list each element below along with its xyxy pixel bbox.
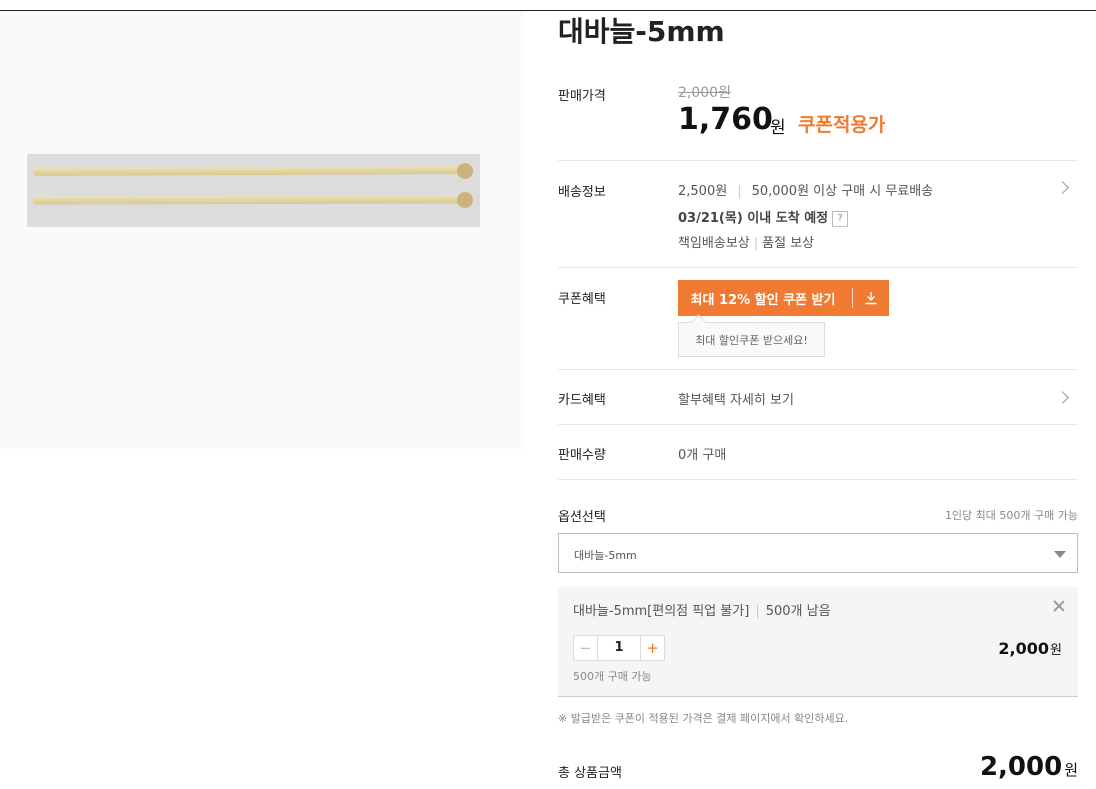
product-image[interactable] <box>27 154 480 227</box>
option-select-value: 대바늘-5mm <box>574 549 637 562</box>
price-label: 판매가격 <box>558 89 606 104</box>
total-price-unit: 원 <box>1064 761 1078 779</box>
coupon-tooltip: 최대 할인쿠폰 받으세요! <box>678 322 825 357</box>
card-benefit-link[interactable]: 할부혜택 자세히 보기 <box>678 389 794 408</box>
button-divider <box>852 288 853 308</box>
needle-knob <box>457 163 473 179</box>
help-icon[interactable]: ? <box>832 210 849 227</box>
shipping-fee: 2,500원 <box>678 184 728 199</box>
needle-shape <box>32 195 462 205</box>
total-label: 총 상품금액 <box>558 766 622 781</box>
caret-down-icon <box>1054 551 1066 558</box>
coupon-label: 쿠폰혜택 <box>558 292 606 307</box>
delivery-guarantee: 책임배송보상 | 품절 보상 <box>678 232 814 251</box>
option-label: 옵션선택 <box>558 510 606 525</box>
sales-label: 판매수량 <box>558 448 606 463</box>
get-coupon-button-label: 최대 12% 할인 쿠폰 받기 <box>690 292 836 308</box>
arrival-text: 03/21(목) 이내 도착 예정 <box>678 211 829 226</box>
divider <box>558 424 1078 425</box>
download-icon[interactable] <box>853 280 889 316</box>
selected-option-name: 대바늘-5mm[편의점 픽업 불가] | 500개 남음 <box>573 600 831 619</box>
arrival-estimate: 03/21(목) 이내 도착 예정? <box>678 207 849 227</box>
purchase-limit: 1인당 최대 500개 구매 가능 <box>944 509 1078 522</box>
selected-option-panel: 대바늘-5mm[편의점 픽업 불가] | 500개 남음 − 1 + 500개 구매… <box>558 587 1078 697</box>
get-coupon-button[interactable]: 최대 12% 할인 쿠폰 받기 <box>678 280 889 316</box>
guarantee-responsible-delivery[interactable]: 책임배송보상 <box>678 236 750 251</box>
separator: | <box>737 184 742 199</box>
product-title: 대바늘-5mm <box>558 15 725 48</box>
free-shipping-condition: 50,000원 이상 구매 시 무료배송 <box>751 184 934 199</box>
shipping-label: 배송정보 <box>558 185 606 200</box>
option-name: 대바늘-5mm[편의점 픽업 불가] <box>573 604 750 619</box>
total-price-value: 2,000 <box>979 752 1063 782</box>
divider <box>558 479 1078 480</box>
option-price: 2,000원 <box>998 639 1062 658</box>
divider <box>558 160 1078 161</box>
chevron-right-icon[interactable] <box>1056 181 1069 194</box>
chevron-right-icon[interactable] <box>1056 391 1069 404</box>
divider <box>558 267 1078 268</box>
coupon-notice: ※ 발급받은 쿠폰이 적용된 가격은 결제 페이지에서 확인하세요. <box>558 712 849 725</box>
shipping-fee-line: 2,500원 | 50,000원 이상 구매 시 무료배송 <box>678 180 933 199</box>
total-price: 2,000 원 <box>980 752 1078 782</box>
option-available: 500개 구매 가능 <box>573 670 652 683</box>
sale-price-unit: 원 <box>770 118 786 138</box>
sale-price: 1,760 <box>678 102 773 137</box>
option-price-value: 2,000 <box>998 639 1050 658</box>
option-select[interactable]: 대바늘-5mm <box>558 533 1078 573</box>
increase-button[interactable]: + <box>640 636 664 660</box>
guarantee-soldout[interactable]: 품절 보상 <box>762 236 814 251</box>
separator: | <box>753 236 759 251</box>
quantity-stepper: − 1 + <box>573 635 665 661</box>
original-price: 2,000원 <box>678 85 731 101</box>
coupon-applied-label: 쿠폰적용가 <box>798 114 886 136</box>
card-label: 카드혜택 <box>558 393 606 408</box>
quantity-input[interactable]: 1 <box>598 636 640 660</box>
sales-count: 0개 구매 <box>678 448 727 463</box>
separator: | <box>755 604 760 619</box>
close-icon[interactable] <box>1052 599 1066 613</box>
product-image-panel <box>0 11 524 449</box>
needle-knob <box>457 192 473 208</box>
needle-shape <box>32 166 462 176</box>
option-price-unit: 원 <box>1050 643 1062 658</box>
option-remaining: 500개 남음 <box>765 604 831 619</box>
decrease-button[interactable]: − <box>574 636 598 660</box>
divider <box>558 369 1078 370</box>
